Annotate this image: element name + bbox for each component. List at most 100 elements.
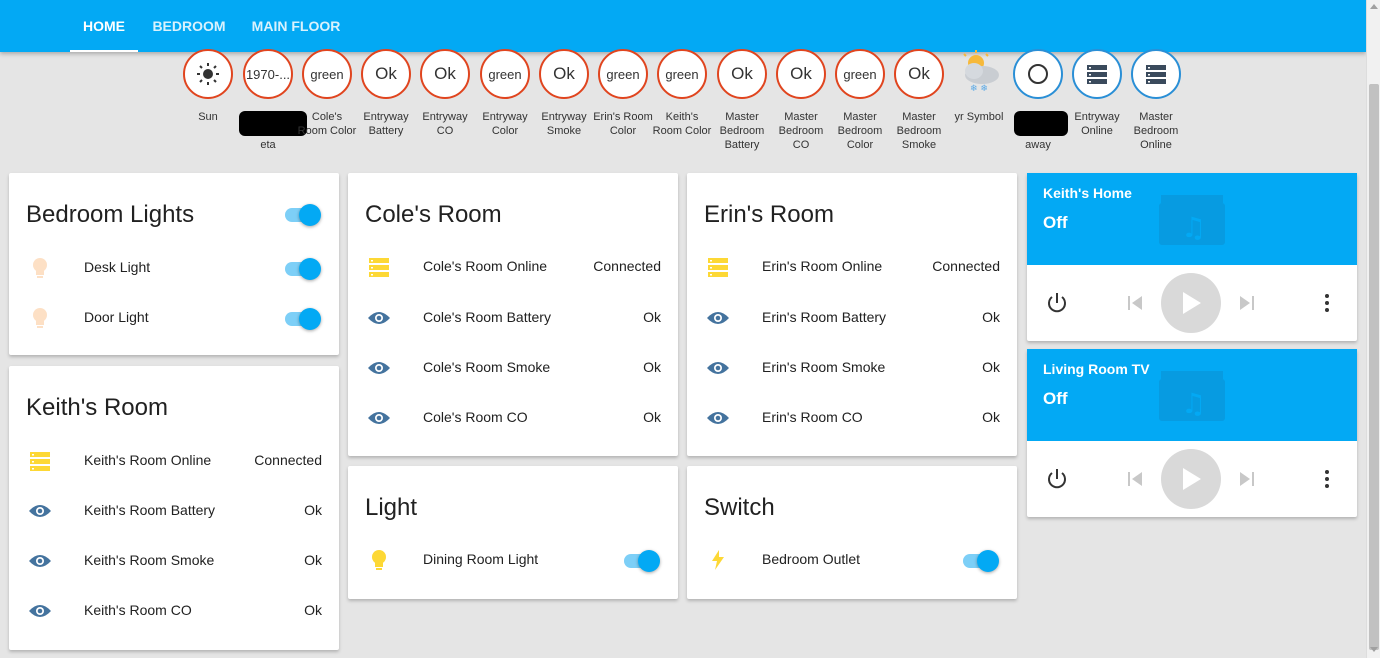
list-item[interactable]: Keith's Room Online Connected (9, 441, 339, 481)
server-icon (367, 255, 391, 279)
more-vert-icon[interactable] (1315, 467, 1339, 491)
page-scrollbar[interactable] (1366, 0, 1380, 658)
entity-state: Ok (643, 359, 661, 375)
skip-next-icon[interactable] (1237, 469, 1257, 489)
badge-label: Master Bedroom Battery (719, 111, 765, 151)
list-item[interactable]: Keith's Room Smoke Ok (9, 541, 339, 581)
entity-name: Keith's Room CO (84, 602, 192, 618)
power-icon[interactable] (1045, 291, 1069, 315)
badge-row: Sun 1970-... eta green Cole's Room Color… (0, 49, 1366, 159)
list-item[interactable]: Erin's Room CO Ok (687, 398, 1017, 438)
server-icon (1146, 65, 1166, 84)
entity-state: Ok (304, 602, 322, 618)
media-player-living-room-tv: Living Room TV Off ♫ (1027, 349, 1357, 517)
eye-icon (28, 599, 52, 623)
media-state: Off (1043, 213, 1068, 232)
entity-name: Keith's Room Online (84, 452, 212, 468)
desk-light-toggle[interactable] (283, 256, 321, 280)
more-vert-icon[interactable] (1315, 291, 1339, 315)
entity-name: Erin's Room Smoke (762, 359, 886, 375)
server-icon (1087, 65, 1107, 84)
badge-value: green (606, 66, 640, 82)
badge-value: 1970-... (245, 66, 291, 82)
list-item[interactable]: Erin's Room Battery Ok (687, 298, 1017, 338)
tab-bedroom[interactable]: Bedroom (146, 0, 232, 52)
entity-name: Erin's Room CO (762, 409, 863, 425)
scrollbar-thumb[interactable] (1369, 84, 1379, 650)
card-bedroom-lights: Bedroom Lights Desk Light Door Light (9, 173, 339, 355)
list-item[interactable]: Erin's Room Smoke Ok (687, 348, 1017, 388)
play-button[interactable] (1161, 273, 1221, 333)
power-icon[interactable] (1045, 467, 1069, 491)
tab-main-floor[interactable]: Main Floor (244, 0, 348, 52)
flash-icon (706, 548, 730, 572)
list-item[interactable]: Cole's Room Smoke Ok (348, 348, 678, 388)
door-light-toggle[interactable] (283, 306, 321, 330)
list-item[interactable]: Door Light (9, 298, 339, 338)
bedroom-outlet-toggle[interactable] (961, 548, 999, 572)
badge-circle (1072, 49, 1122, 99)
movie-icon: ♫ (1159, 195, 1225, 245)
lightbulb-icon (28, 306, 52, 330)
entity-name: Dining Room Light (423, 551, 539, 567)
card-title: Keith's Room (26, 394, 168, 421)
skip-previous-icon[interactable] (1125, 469, 1145, 489)
skip-next-icon[interactable] (1237, 293, 1257, 313)
skip-previous-icon[interactable] (1125, 293, 1145, 313)
scroll-up-arrow[interactable] (1370, 4, 1378, 9)
card-title: Bedroom Lights (26, 201, 195, 228)
eye-icon (367, 306, 391, 330)
list-item[interactable]: Cole's Room CO Ok (348, 398, 678, 438)
list-item[interactable]: Desk Light (9, 248, 339, 288)
list-item[interactable]: Keith's Room Battery Ok (9, 491, 339, 531)
lightbulb-icon (367, 548, 391, 572)
entity-name: Cole's Room Smoke (423, 359, 551, 375)
badge-value: Ok (790, 64, 812, 83)
eye-icon (706, 356, 730, 380)
eye-icon (367, 356, 391, 380)
dining-room-light-toggle[interactable] (622, 548, 660, 572)
server-icon (28, 449, 52, 473)
badge-value: Ok (553, 64, 575, 83)
scroll-down-arrow[interactable] (1370, 647, 1378, 652)
card-light: Light Dining Room Light (348, 466, 678, 599)
card-keiths-room: Keith's Room Keith's Room Online Connect… (9, 366, 339, 650)
badge-label: Master Bedroom Online (1133, 111, 1179, 151)
list-item[interactable]: Keith's Room CO Ok (9, 591, 339, 631)
group-toggle[interactable] (283, 202, 321, 226)
entity-name: Bedroom Outlet (762, 551, 861, 567)
list-item[interactable]: Cole's Room Battery Ok (348, 298, 678, 338)
badge-value: Ok (908, 64, 930, 83)
badge-value: green (310, 66, 344, 82)
badge-circle: green (480, 49, 530, 99)
play-icon (1183, 292, 1201, 314)
badge-circle: 1970-... (243, 49, 293, 99)
eye-icon (28, 549, 52, 573)
media-title: Keith's Home (1043, 185, 1132, 201)
badge-circle: green (302, 49, 352, 99)
badge-circle: Ok (361, 49, 411, 99)
play-button[interactable] (1161, 449, 1221, 509)
entity-name: Cole's Room CO (423, 409, 528, 425)
entity-name: Desk Light (84, 259, 151, 275)
media-header: Keith's Home Off ♫ (1027, 173, 1357, 265)
tab-home[interactable]: Home (70, 0, 138, 52)
media-title: Living Room TV (1043, 361, 1150, 377)
list-item[interactable]: Bedroom Outlet (687, 540, 1017, 580)
movie-icon: ♫ (1159, 371, 1225, 421)
badge-label: Entryway CO (422, 111, 468, 137)
entity-state: Connected (593, 258, 661, 274)
badge-circle: Ok (420, 49, 470, 99)
media-header: Living Room TV Off ♫ (1027, 349, 1357, 441)
entity-name: Keith's Room Battery (84, 502, 216, 518)
badge-value: Ok (731, 64, 753, 83)
list-item[interactable]: Cole's Room Online Connected (348, 247, 678, 287)
badge-label: Cole's Room Color (297, 111, 357, 137)
badge-value: green (488, 66, 522, 82)
list-item[interactable]: Dining Room Light (348, 540, 678, 580)
list-item[interactable]: Erin's Room Online Connected (687, 247, 1017, 287)
card-switch: Switch Bedroom Outlet (687, 466, 1017, 599)
svg-text:♫: ♫ (1181, 211, 1206, 244)
badge-label: Master Bedroom Smoke (896, 111, 942, 151)
card-erins-room: Erin's Room Erin's Room Online Connected… (687, 173, 1017, 456)
